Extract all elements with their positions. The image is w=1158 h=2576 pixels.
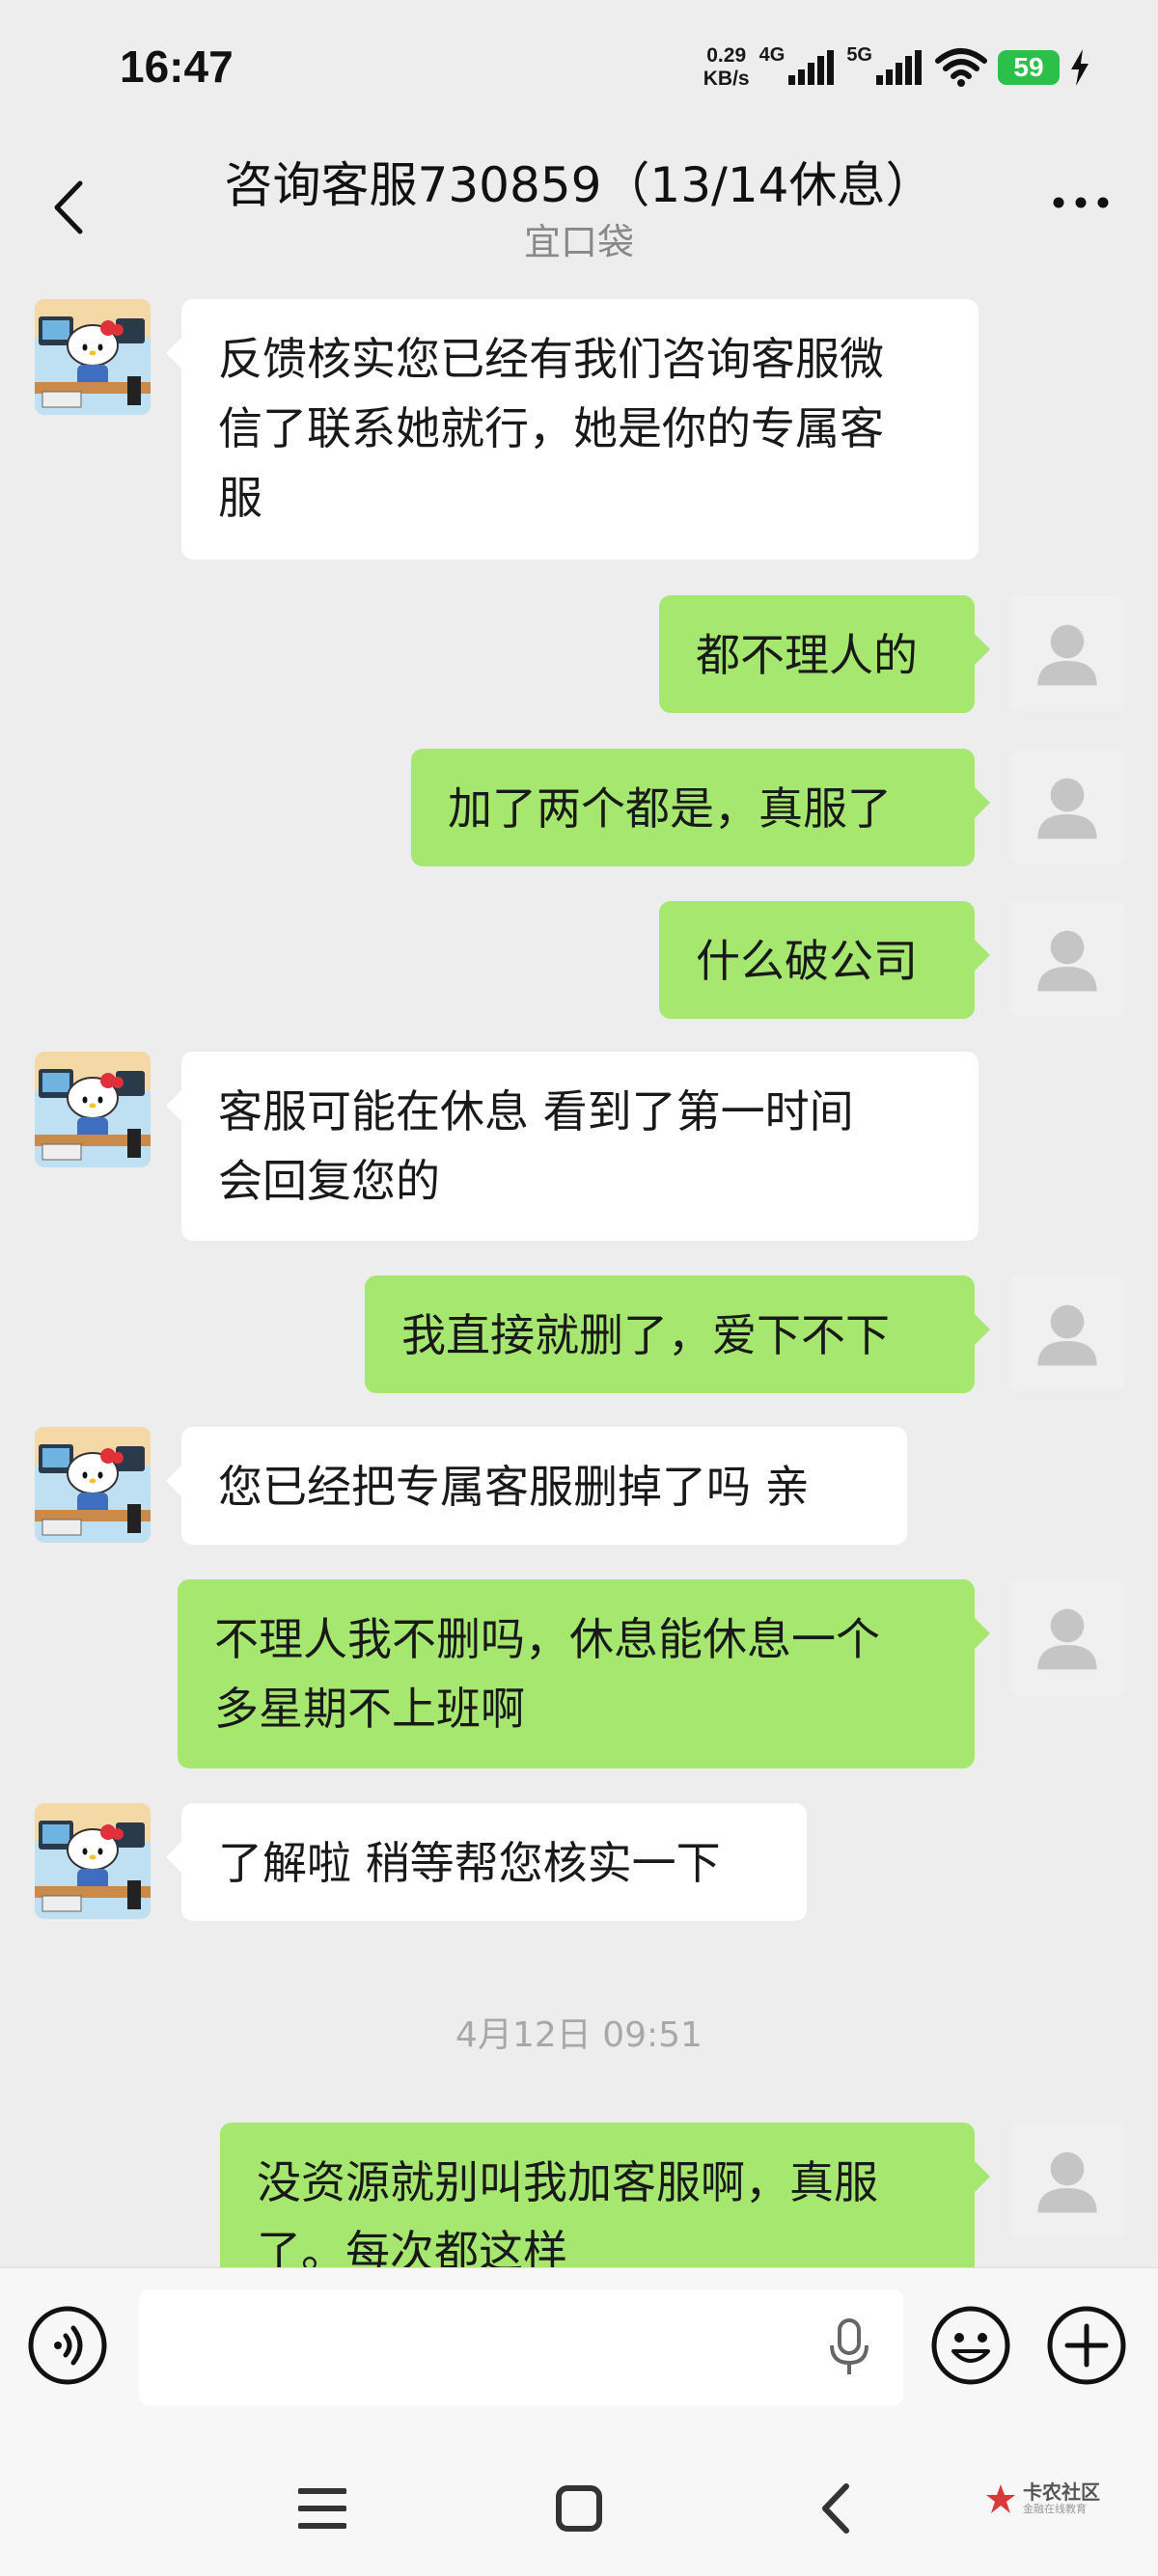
status-icons: 0.29 KB/s 4G 5G 59 (703, 39, 1090, 96)
signal-5g-label: 5G (846, 43, 872, 66)
watermark-logo-icon (986, 2484, 1015, 2513)
input-bar (0, 2267, 1158, 2422)
message-bubble[interactable]: 不理人我不删吗，休息能休息一个 多星期不上班啊 (178, 1579, 990, 1768)
message-bubble[interactable]: 都不理人的 (659, 595, 990, 713)
more-options-button[interactable] (1042, 174, 1119, 232)
signal-4g-label: 4G (758, 43, 786, 66)
signal-4g-icon (788, 50, 835, 85)
outgoing-message: 什么破公司 (0, 901, 1158, 1019)
message-text-line: 反馈核实您已经有我们咨询客服微 (218, 333, 884, 385)
status-bar: 16:47 0.29 KB/s 4G 5G 59 (0, 0, 1158, 135)
system-nav-bar: 卡农社区 金融在线教育 (0, 2422, 1158, 2576)
microphone-button[interactable] (820, 2316, 878, 2378)
message-text-line: 会回复您的 (218, 1155, 440, 1207)
message-bubble[interactable]: 反馈核实您已经有我们咨询客服微 信了联系她就行，她是你的专属客服 (166, 299, 979, 560)
outgoing-message: 加了两个都是，真服了 (0, 749, 1158, 866)
message-text-line: 什么破公司 (696, 935, 918, 987)
chat-title: 咨询客服730859（13/14休息） (224, 157, 934, 213)
message-text-line: 客服可能在休息 看到了第一时间 (218, 1085, 854, 1137)
message-text-line: 了解啦 稍等帮您核实一下 (218, 1837, 721, 1889)
more-features-button[interactable] (1046, 2305, 1127, 2386)
user-avatar[interactable] (1009, 1275, 1125, 1391)
message-bubble[interactable]: 我直接就删了，爱下不下 (365, 1275, 990, 1393)
battery-indicator: 59 (998, 50, 1060, 85)
message-bubble[interactable]: 了解啦 稍等帮您核实一下 (166, 1803, 807, 1921)
incoming-message: 您已经把专属客服删掉了吗 亲 (0, 1427, 1158, 1545)
home-square-icon (556, 2485, 602, 2532)
network-speed-value: 0.29 (706, 44, 747, 67)
watermark-sub: 金融在线教育 (1023, 2503, 1087, 2515)
watermark: 卡农社区 金融在线教育 (984, 2481, 1100, 2516)
user-avatar[interactable] (1009, 901, 1125, 1017)
user-avatar[interactable] (1009, 2123, 1125, 2238)
wifi-icon (935, 48, 987, 87)
message-text-line: 您已经把专属客服删掉了吗 亲 (218, 1461, 810, 1513)
agent-avatar[interactable] (35, 299, 151, 415)
message-bubble[interactable]: 加了两个都是，真服了 (411, 749, 990, 866)
voice-icon (28, 2306, 107, 2385)
message-text-line: 我直接就删了，爱下不下 (401, 1309, 890, 1361)
message-text-line: 信了联系她就行，她是你的专属客 (218, 402, 884, 454)
outgoing-message: 我直接就删了，爱下不下 (0, 1275, 1158, 1393)
status-time: 16:47 (120, 41, 234, 92)
message-bubble[interactable]: 什么破公司 (659, 901, 990, 1019)
chat-subtitle: 宜口袋 (523, 221, 634, 263)
message-text-line: 多星期不上班啊 (214, 1683, 525, 1735)
chat-message-list[interactable]: 反馈核实您已经有我们咨询客服微 信了联系她就行，她是你的专属客服都不理人的加了两个… (0, 270, 1158, 2267)
message-text-line: 了。每次都这样 (257, 2226, 567, 2267)
incoming-message: 了解啦 稍等帮您核实一下 (0, 1803, 1158, 1921)
back-chevron-icon (822, 2483, 849, 2534)
user-avatar[interactable] (1009, 749, 1125, 864)
message-bubble[interactable]: 客服可能在休息 看到了第一时间 会回复您的 (166, 1052, 979, 1241)
outgoing-message: 没资源就别叫我加客服啊，真服了。每次都这样 (0, 2123, 1158, 2267)
message-text-line: 都不理人的 (696, 629, 918, 681)
charging-icon (1071, 49, 1089, 86)
signal-5g-icon (876, 50, 922, 85)
incoming-message: 反馈核实您已经有我们咨询客服微 信了联系她就行，她是你的专属客服 (0, 299, 1158, 560)
emoji-icon (931, 2306, 1010, 2385)
message-text-line: 不理人我不删吗，休息能休息一个 (214, 1613, 880, 1665)
agent-avatar[interactable] (35, 1803, 151, 1919)
nav-home-button[interactable] (540, 2470, 618, 2547)
network-speed: 0.29 KB/s (703, 44, 750, 91)
incoming-message: 客服可能在休息 看到了第一时间 会回复您的 (0, 1052, 1158, 1241)
message-input[interactable] (139, 2289, 903, 2405)
message-bubble[interactable]: 您已经把专属客服删掉了吗 亲 (166, 1427, 907, 1545)
menu-icon (298, 2488, 346, 2529)
message-text-line: 没资源就别叫我加客服啊，真服 (257, 2156, 878, 2208)
outgoing-message: 不理人我不删吗，休息能休息一个 多星期不上班啊 (0, 1579, 1158, 1768)
message-text-line: 服 (218, 472, 262, 524)
message-timestamp: 4月12日 09:51 (455, 2015, 703, 2055)
watermark-name: 卡农社区 (1023, 2480, 1100, 2504)
voice-toggle-button[interactable] (27, 2305, 108, 2386)
nav-menu-button[interactable] (284, 2470, 361, 2547)
user-avatar[interactable] (1009, 1579, 1125, 1695)
message-text-line: 加了两个都是，真服了 (448, 782, 892, 835)
agent-avatar[interactable] (35, 1427, 151, 1543)
more-dots-icon (1053, 197, 1109, 208)
agent-avatar[interactable] (35, 1052, 151, 1167)
nav-back-button[interactable] (797, 2470, 874, 2547)
network-speed-unit: KB/s (703, 68, 750, 90)
emoji-button[interactable] (930, 2305, 1011, 2386)
microphone-icon (830, 2318, 868, 2374)
outgoing-message: 都不理人的 (0, 595, 1158, 713)
message-bubble[interactable]: 没资源就别叫我加客服啊，真服了。每次都这样 (220, 2123, 990, 2267)
plus-circle-icon (1047, 2306, 1126, 2385)
chat-header: 咨询客服730859（13/14休息） 宜口袋 (0, 135, 1158, 270)
user-avatar[interactable] (1009, 595, 1125, 711)
